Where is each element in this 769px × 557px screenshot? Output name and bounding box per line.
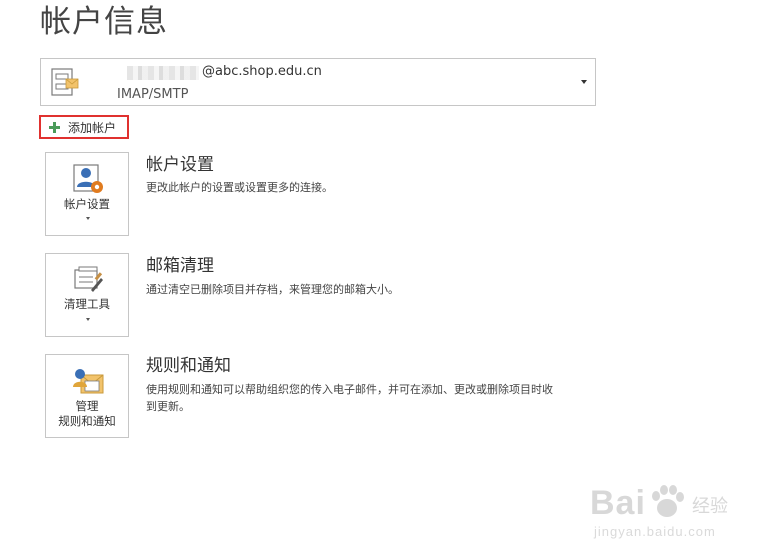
cleanup-tools-button-label: 清理工具 <box>64 297 110 311</box>
rules-alerts-description-line2: 到更新。 <box>146 400 190 413</box>
watermark-url: jingyan.baidu.com <box>594 524 716 539</box>
cleanup-tools-button[interactable]: 清理工具 <box>45 253 129 337</box>
chevron-down-icon <box>86 318 90 321</box>
account-settings-title: 帐户设置 <box>146 155 214 175</box>
account-settings-button-label: 帐户设置 <box>64 197 110 211</box>
account-type: IMAP/SMTP <box>117 87 189 102</box>
account-settings-button[interactable]: 帐户设置 <box>45 152 129 236</box>
email-username-redacted <box>127 66 199 80</box>
baidu-jingyan-watermark: Bai 经验 jingyan.baidu.com <box>590 478 760 548</box>
manage-rules-button-label-line1: 管理 <box>75 399 99 413</box>
account-settings-icon <box>73 164 103 193</box>
mailbox-cleanup-description: 通过清空已删除项目并存档，来管理您的邮箱大小。 <box>146 283 399 296</box>
manage-rules-button-label-line2: 规则和通知 <box>58 414 116 428</box>
plus-icon <box>49 121 60 133</box>
rules-alerts-title: 规则和通知 <box>146 356 231 376</box>
manage-rules-alerts-button[interactable]: 管理 规则和通知 <box>45 354 129 438</box>
paw-icon <box>652 485 684 517</box>
rules-alerts-description-line1: 使用规则和通知可以帮助组织您的传入电子邮件，并可在添加、更改或删除项目时收 <box>146 383 553 396</box>
chevron-down-icon <box>86 217 90 220</box>
watermark-cn: 经验 <box>692 496 728 517</box>
mailbox-cleanup-title: 邮箱清理 <box>146 256 214 276</box>
rules-alerts-icon <box>73 369 104 394</box>
account-email: @abc.shop.edu.cn <box>202 64 322 79</box>
cleanup-tools-icon <box>74 266 103 292</box>
account-selector[interactable]: @abc.shop.edu.cn IMAP/SMTP <box>40 58 596 106</box>
chevron-down-icon[interactable] <box>581 80 587 84</box>
add-account-button[interactable]: 添加帐户 <box>39 115 129 139</box>
add-account-label: 添加帐户 <box>68 120 117 135</box>
page-title: 帐户信息 <box>40 4 168 40</box>
account-settings-description: 更改此帐户的设置或设置更多的连接。 <box>146 181 333 194</box>
watermark-main: Bai <box>590 484 646 522</box>
account-icon <box>51 68 79 96</box>
